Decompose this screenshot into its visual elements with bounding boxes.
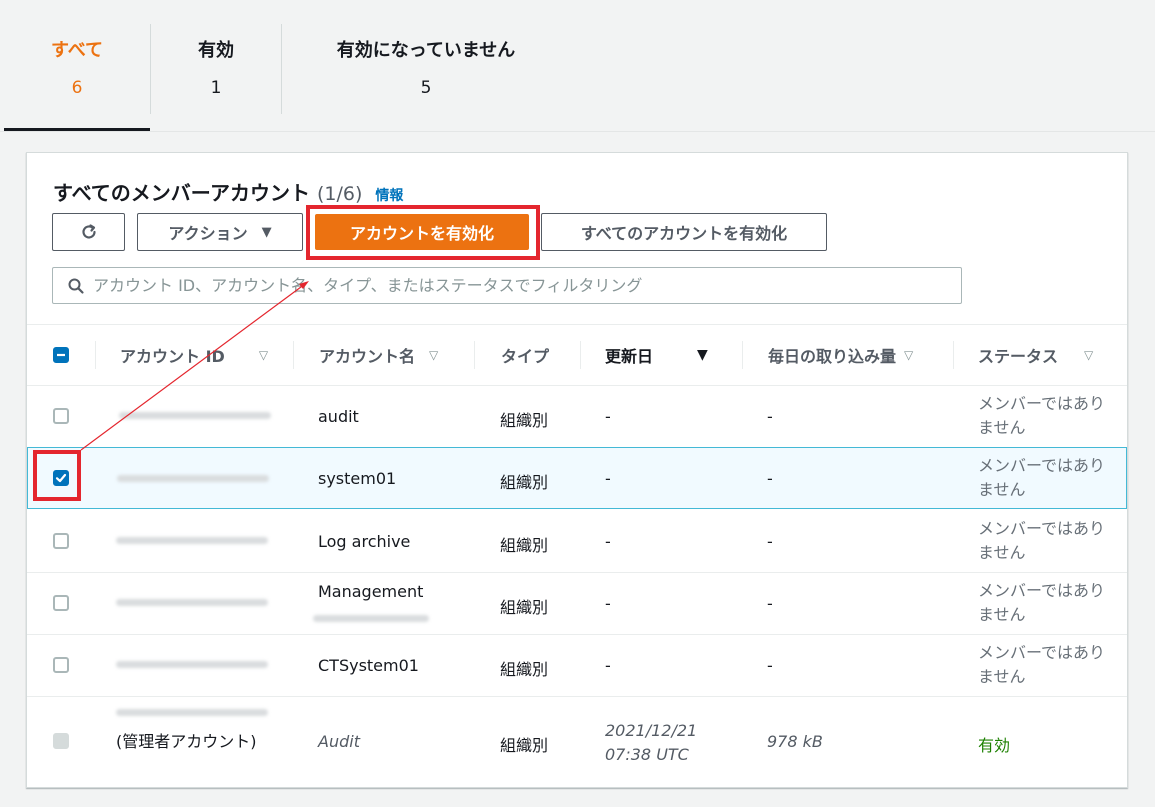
member-accounts-panel: すべてのメンバーアカウント (1/6) 情報 アクション ▼ アカウントを有効化… <box>26 152 1128 788</box>
tab-all[interactable]: すべて 6 <box>4 0 150 131</box>
tab-all-count: 6 <box>71 78 83 98</box>
annotation-arrow-icon <box>80 281 309 451</box>
status-tabs: すべて 6 有効 1 有効になっていません 5 <box>0 0 1155 132</box>
tab-all-label: すべて <box>50 40 104 61</box>
tab-enabled-label: 有効 <box>198 40 234 61</box>
tab-enabled[interactable]: 有効 1 <box>151 0 281 130</box>
tab-enabled-count: 1 <box>210 78 222 98</box>
tab-active-indicator <box>4 128 150 131</box>
tab-not-enabled[interactable]: 有効になっていません 5 <box>282 0 570 130</box>
tab-not-enabled-count: 5 <box>420 78 432 98</box>
tab-not-enabled-label: 有効になっていません <box>336 40 516 61</box>
